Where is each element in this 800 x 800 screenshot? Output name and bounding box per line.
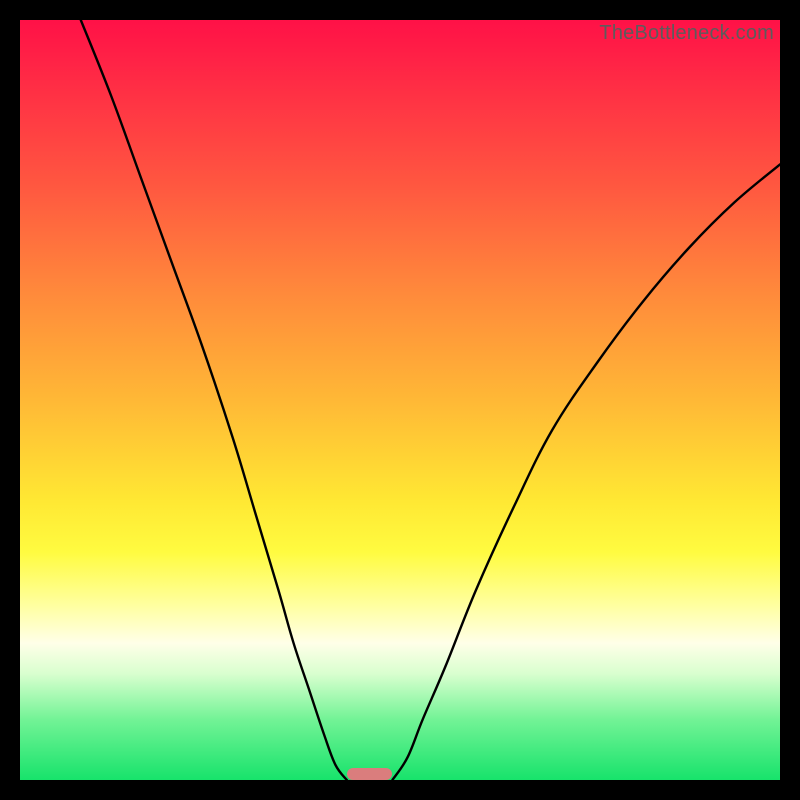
attribution-text: TheBottleneck.com (599, 22, 774, 45)
gradient-background (20, 20, 780, 780)
optimal-marker (347, 768, 393, 780)
chart-frame: TheBottleneck.com (20, 20, 780, 780)
